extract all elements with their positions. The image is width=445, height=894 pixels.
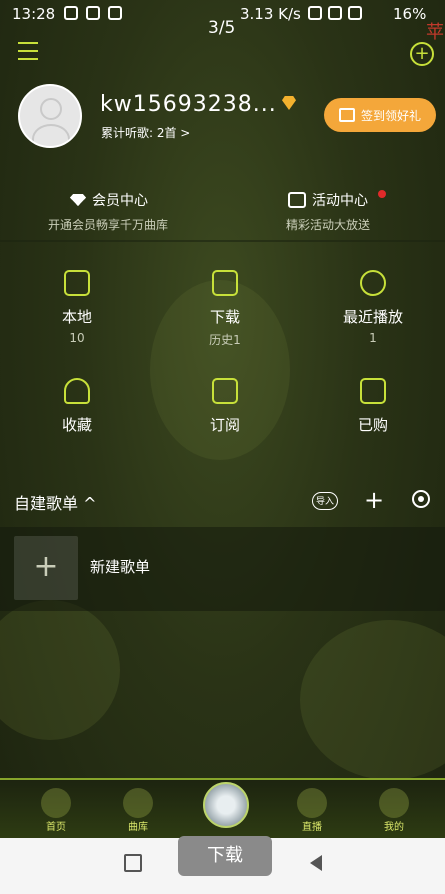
- wifi-icon: [328, 6, 342, 20]
- vip-diamond-icon: [282, 96, 296, 110]
- image-icon: [86, 6, 100, 20]
- notification-dot: [378, 190, 386, 198]
- grid-item-recent[interactable]: 最近播放 1: [328, 270, 418, 345]
- lantern-icon: [297, 788, 327, 818]
- tab-library[interactable]: 曲库: [108, 788, 168, 833]
- purchased-icon: [360, 378, 386, 404]
- activity-icon: [288, 192, 306, 208]
- tab-label: 直播: [302, 822, 322, 833]
- vip-title: 会员中心: [92, 193, 148, 209]
- grid-label: 下载: [209, 308, 240, 326]
- diamond-icon: [70, 194, 86, 206]
- status-time: 13:28: [12, 5, 56, 23]
- grid-item-favorites[interactable]: 收藏: [32, 378, 122, 435]
- tab-mine[interactable]: 我的: [364, 788, 424, 833]
- scorpion-icon: [41, 788, 71, 818]
- cloud-decoration: [300, 620, 445, 780]
- new-playlist-plus-icon[interactable]: +: [14, 536, 78, 600]
- grid-item-purchased[interactable]: 已购: [328, 378, 418, 435]
- network-speed: 3.13 K/s: [240, 5, 301, 23]
- checkin-button[interactable]: 签到领好礼: [324, 98, 436, 132]
- toast-message: 下载: [178, 836, 272, 876]
- checkin-label: 签到领好礼: [360, 108, 421, 123]
- grid-item-download[interactable]: 下载 历史1: [180, 270, 270, 348]
- settings-icon[interactable]: [412, 490, 430, 508]
- status-icons: [64, 6, 122, 20]
- crystal-ball-icon: [379, 788, 409, 818]
- tab-label: 首页: [46, 822, 66, 833]
- grid-label: 已购: [357, 416, 388, 434]
- music-note-icon: [64, 270, 90, 296]
- tab-live[interactable]: 直播: [282, 788, 342, 833]
- cloud-decoration: [0, 600, 120, 740]
- grid-count: 10: [69, 331, 85, 345]
- subscribe-icon: [212, 378, 238, 404]
- grid-item-local[interactable]: 本地 10: [32, 270, 122, 345]
- add-playlist-icon[interactable]: +: [364, 486, 384, 514]
- recents-icon[interactable]: [124, 854, 142, 872]
- download-icon: [212, 270, 238, 296]
- notification-icon: [64, 6, 78, 20]
- status-right-icons: [308, 6, 362, 20]
- tab-label: 曲库: [128, 822, 148, 833]
- vibrate-icon: [308, 6, 322, 20]
- now-playing-disc[interactable]: [203, 782, 249, 828]
- page-indicator: 3/5: [208, 18, 236, 38]
- avatar[interactable]: [18, 84, 82, 148]
- vip-subtitle: 开通会员畅享千万曲库: [48, 218, 169, 232]
- grid-label: 收藏: [61, 416, 92, 434]
- grid-count: 历史1: [209, 333, 241, 347]
- playlist-section-title[interactable]: 自建歌单 ^: [14, 490, 97, 514]
- signal-icon: [348, 6, 362, 20]
- listen-count[interactable]: 累计听歌: 2首 >: [101, 124, 190, 141]
- import-button[interactable]: 导入: [312, 492, 338, 510]
- sim-icon: [108, 6, 122, 20]
- grid-label: 本地: [61, 308, 92, 326]
- grid-count: 1: [369, 331, 377, 345]
- add-circle-icon[interactable]: +: [410, 42, 434, 66]
- grid-item-subscribe[interactable]: 订阅: [180, 378, 270, 435]
- tab-label: 我的: [384, 822, 404, 833]
- clock-icon: [360, 270, 386, 296]
- activity-title: 活动中心: [312, 193, 368, 209]
- activity-center[interactable]: 活动中心: [288, 190, 368, 210]
- username[interactable]: kw15693238...: [100, 92, 277, 117]
- back-icon[interactable]: [310, 855, 322, 871]
- app-screen: 13:28 3.13 K/s 16% 3/5 苹 + kw15693238...…: [0, 0, 445, 894]
- vip-center[interactable]: 会员中心: [70, 190, 148, 210]
- broom-icon: [123, 788, 153, 818]
- activity-subtitle: 精彩活动大放送: [286, 218, 371, 232]
- battery-percent: 16%: [393, 5, 427, 23]
- grid-label: 订阅: [209, 416, 240, 434]
- divider: [0, 240, 445, 242]
- heart-icon: [64, 378, 90, 404]
- grid-label: 最近播放: [342, 308, 403, 326]
- new-playlist-label[interactable]: 新建歌单: [90, 556, 150, 577]
- tab-home[interactable]: 首页: [26, 788, 86, 833]
- overlay-character: 苹: [426, 22, 444, 43]
- menu-icon[interactable]: [18, 42, 38, 60]
- gift-icon: [338, 108, 355, 122]
